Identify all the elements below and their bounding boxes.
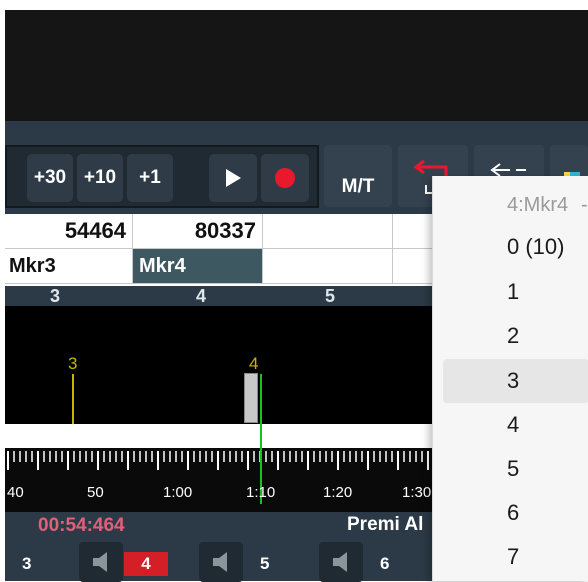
play-icon — [226, 169, 241, 187]
play-button[interactable] — [209, 154, 257, 202]
marker-number-strip: 3 4 5 — [5, 286, 435, 306]
plus1-button[interactable]: +1 — [127, 154, 173, 202]
marker-number: 3 — [50, 286, 61, 306]
mt-button[interactable]: M/T — [324, 145, 392, 207]
table-cell[interactable]: 80337 — [133, 214, 263, 249]
plus30-button[interactable]: +30 — [27, 154, 73, 202]
menu-header-divider: - — [581, 194, 588, 216]
marker-table: 54464 80337 Mkr3 Mkr4 — [5, 214, 435, 286]
speaker-button[interactable] — [319, 542, 363, 582]
channel-number: 3 — [22, 554, 32, 573]
menu-item[interactable]: 1 — [507, 279, 519, 305]
menu-item[interactable]: 2 — [507, 323, 519, 349]
waveform-area[interactable]: 3 4 — [5, 306, 435, 424]
menu-item-selected[interactable]: 3 — [507, 368, 519, 394]
playhead-line — [260, 424, 262, 448]
table-cell[interactable] — [393, 214, 435, 249]
menu-item[interactable]: 5 — [507, 456, 519, 482]
record-icon — [275, 168, 295, 188]
marker-line — [72, 374, 74, 424]
ruler-ticks — [7, 451, 435, 470]
channel-number-active[interactable]: 4 — [124, 552, 168, 576]
speaker-icon — [333, 552, 347, 572]
ruler-label: 1:00 — [163, 484, 193, 501]
table-cell[interactable]: 54464 — [5, 214, 133, 249]
playhead-line — [260, 374, 262, 424]
marker-label: 4 — [249, 354, 259, 373]
video-area — [5, 10, 588, 121]
marker-number: 5 — [325, 286, 336, 306]
menu-item[interactable]: 7 — [507, 544, 519, 570]
mt-label: M/T — [341, 176, 375, 197]
ruler-label: 50 — [87, 484, 104, 501]
marker-label: 3 — [68, 354, 78, 373]
menu-header: 4:Mkr4 — [507, 194, 569, 216]
marker-number: 4 — [196, 286, 207, 306]
playhead-handle[interactable] — [244, 373, 258, 423]
menu-item[interactable]: 0 (10) — [507, 234, 564, 260]
status-bar: 00:54:464 Premi Al 3 4 5 6 — [5, 512, 435, 582]
speaker-icon — [93, 552, 107, 572]
channel-number: 6 — [380, 554, 390, 573]
table-cell[interactable] — [263, 214, 393, 249]
table-cell-selected[interactable]: Mkr4 — [133, 249, 263, 284]
timeline-band — [5, 424, 435, 448]
ruler-label: 1:30 — [402, 484, 432, 501]
menu-item[interactable]: 6 — [507, 500, 519, 526]
ruler-label: 1:20 — [323, 484, 353, 501]
plus10-button[interactable]: +10 — [77, 154, 123, 202]
status-message: Premi Al — [347, 514, 424, 535]
table-cell[interactable] — [393, 249, 435, 284]
speaker-button[interactable] — [199, 542, 243, 582]
context-menu: 4:Mkr4 - 0 (10) 1 2 3 4 5 6 7 — [432, 176, 588, 581]
table-cell[interactable]: Mkr3 — [5, 249, 133, 284]
time-display: 00:54:464 — [38, 515, 125, 536]
channel-number: 5 — [260, 554, 270, 573]
ruler-label: 1:10 — [246, 484, 276, 501]
ruler-label: 40 — [7, 484, 24, 501]
table-cell[interactable] — [263, 249, 393, 284]
time-ruler[interactable]: 40 50 1:00 1:10 1:20 1:30 — [5, 448, 435, 512]
menu-item[interactable]: 4 — [507, 412, 519, 438]
record-button[interactable] — [261, 154, 309, 202]
speaker-button[interactable] — [79, 542, 123, 582]
speaker-icon — [213, 552, 227, 572]
